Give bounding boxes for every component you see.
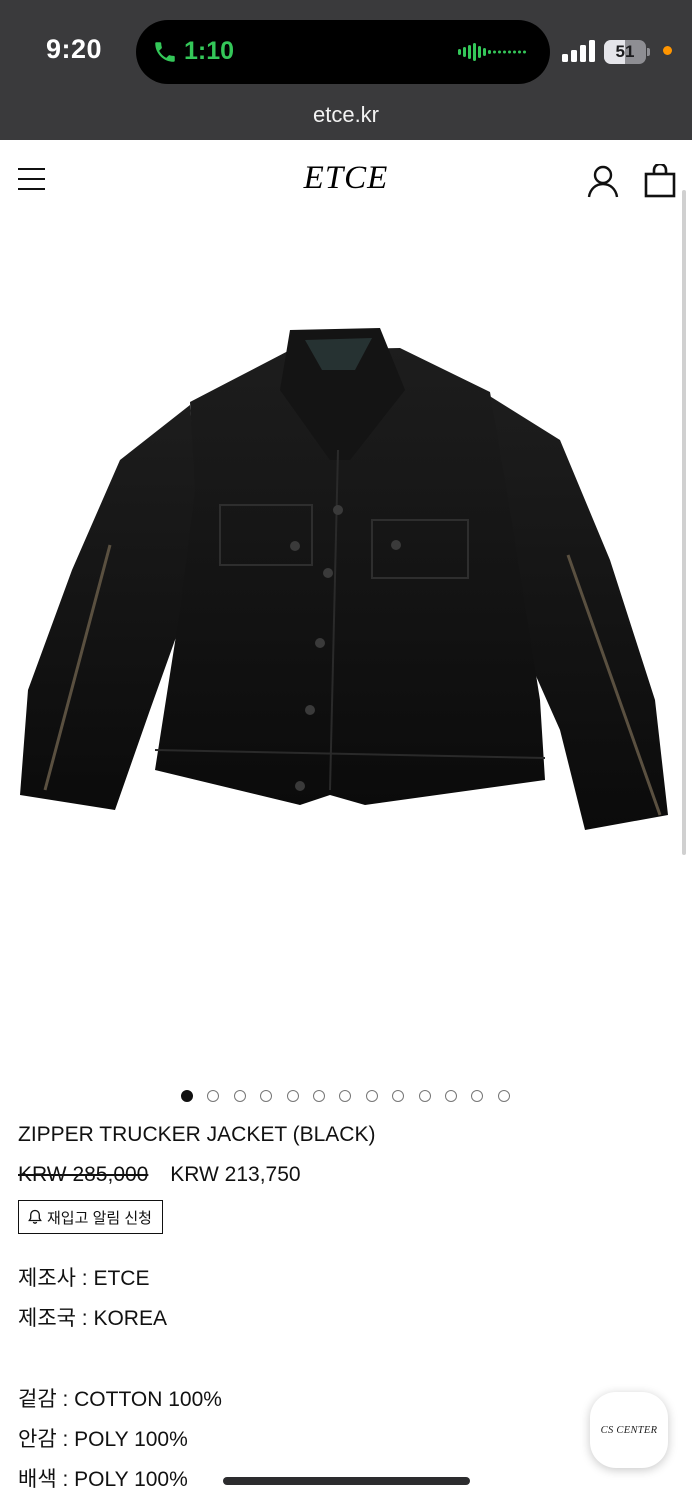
- price-row: KRW 285,000 KRW 213,750: [18, 1163, 301, 1187]
- spec-trim: 배색 : POLY 100%: [18, 1468, 188, 1491]
- privacy-indicator: [663, 46, 672, 55]
- cs-center-button[interactable]: CS CENTER: [590, 1392, 668, 1468]
- spec-manufacturer: 제조사 : ETCE: [18, 1267, 150, 1290]
- site-header: ETCE: [0, 140, 692, 220]
- sale-price: KRW 213,750: [170, 1163, 301, 1186]
- spec-country: 제조국 : KOREA: [18, 1307, 167, 1330]
- status-time: 9:20: [46, 34, 103, 64]
- call-duration: 1:10: [184, 37, 235, 65]
- dynamic-island-call[interactable]: 1:10: [136, 20, 550, 84]
- carousel-dot[interactable]: [233, 1090, 246, 1102]
- carousel-dot[interactable]: [418, 1090, 431, 1102]
- carousel-dot[interactable]: [207, 1090, 220, 1102]
- carousel-dot[interactable]: [260, 1090, 273, 1102]
- status-bar: 9:20 1:10 51 etce.kr: [0, 0, 692, 140]
- original-price: KRW 285,000: [18, 1163, 149, 1186]
- carousel-dot[interactable]: [339, 1090, 352, 1102]
- user-icon[interactable]: [586, 164, 620, 198]
- carousel-dot[interactable]: [497, 1090, 510, 1102]
- carousel-dot[interactable]: [365, 1090, 378, 1102]
- shopping-bag-icon[interactable]: [644, 164, 676, 198]
- product-image[interactable]: [0, 310, 692, 850]
- audio-wave-icon: [458, 43, 526, 61]
- carousel-dot[interactable]: [181, 1090, 193, 1102]
- product-title: ZIPPER TRUCKER JACKET (BLACK): [18, 1123, 376, 1146]
- restock-alert-label: 재입고 알림 신청: [47, 1209, 152, 1227]
- battery-level: 51: [615, 42, 635, 61]
- carousel-dot[interactable]: [392, 1090, 405, 1102]
- phone-icon: [155, 42, 175, 62]
- address-bar-url[interactable]: etce.kr: [0, 102, 692, 128]
- home-indicator[interactable]: [223, 1477, 470, 1485]
- carousel-dot[interactable]: [312, 1090, 325, 1102]
- carousel-dot[interactable]: [444, 1090, 457, 1102]
- spec-lining: 안감 : POLY 100%: [18, 1428, 188, 1451]
- image-carousel-dots[interactable]: [181, 1090, 524, 1102]
- restock-alert-button[interactable]: 재입고 알림 신청: [18, 1200, 163, 1234]
- battery-icon: 51: [604, 40, 650, 64]
- carousel-dot[interactable]: [286, 1090, 299, 1102]
- spec-outer-fabric: 겉감 : COTTON 100%: [18, 1388, 222, 1411]
- bell-icon: [28, 1209, 42, 1224]
- cellular-signal-icon: [562, 40, 595, 62]
- carousel-dot[interactable]: [471, 1090, 484, 1102]
